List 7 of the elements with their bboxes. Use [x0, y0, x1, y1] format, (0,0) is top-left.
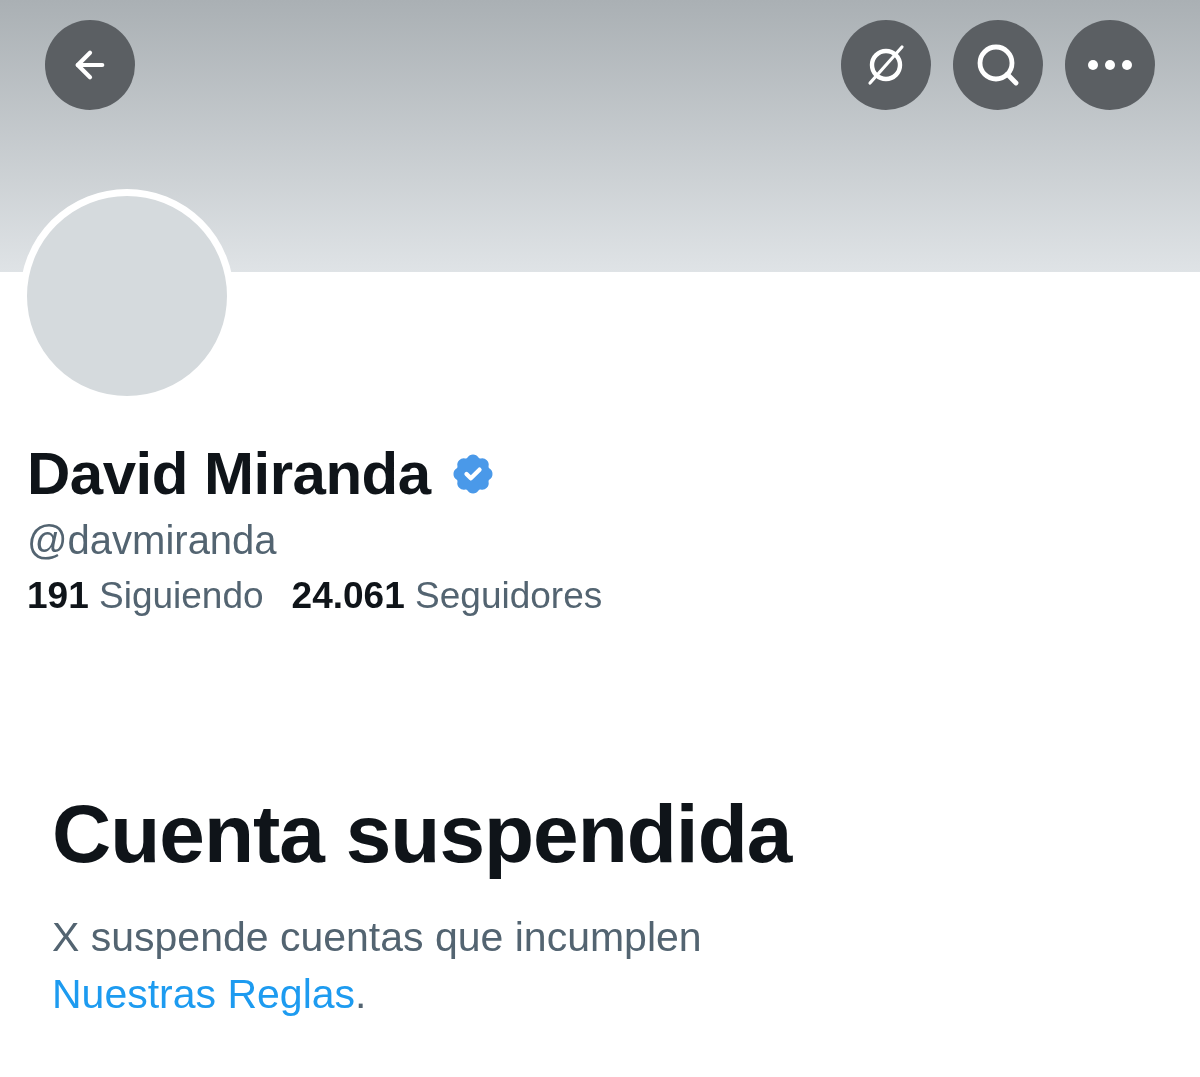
more-icon: [1088, 60, 1132, 70]
suspended-message: X suspende cuentas que incumplen Nuestras Reglas.: [52, 913, 703, 1020]
suspended-title: Cuenta suspendida: [52, 787, 794, 881]
profile-handle: @davmiranda: [27, 518, 278, 563]
stat-link[interactable]: 24.061 Seguidores: [291, 575, 603, 617]
profile-name: David Miranda: [27, 439, 431, 508]
stat-link[interactable]: 191 Siguiendo: [27, 575, 264, 617]
